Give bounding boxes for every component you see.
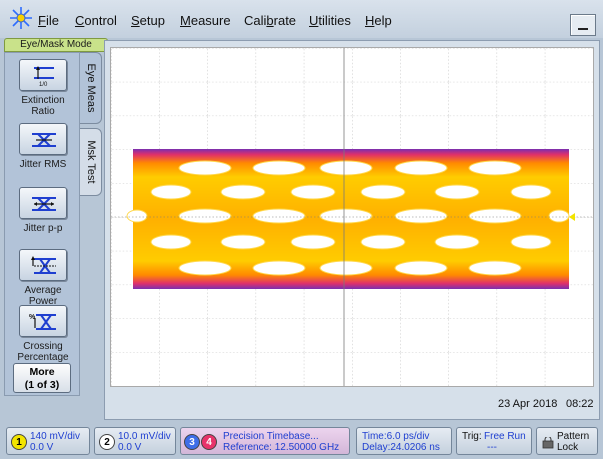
jitter-pp-icon [32, 197, 56, 211]
waveform-display[interactable] [110, 47, 594, 387]
menu-bar: File Control Setup Measure Calibrate Uti… [0, 0, 603, 38]
channel1-scale-value: 140 mV/div [30, 431, 81, 442]
menu-file[interactable]: File [38, 13, 59, 28]
minimize-button[interactable] [570, 14, 596, 36]
crossing-percentage-icon: % [29, 314, 56, 330]
timestamp-date: 23 Apr 2018 [498, 398, 558, 410]
jitter-rms-icon [32, 133, 56, 147]
channel2-badge: 2 [99, 434, 115, 450]
extinction-ratio-icon: 1/0 [34, 66, 54, 88]
crossing-percentage-button[interactable]: % [19, 305, 67, 337]
time-scale[interactable]: Time:6.0 ps/div Delay:24.0206 ns [356, 427, 452, 455]
timebase-title: Precision Timebase... [223, 431, 319, 442]
pattern-lock-button[interactable]: Pattern Lock [536, 427, 598, 455]
channel1-offset-value: 0.0 V [30, 442, 54, 453]
svg-text:1/0: 1/0 [39, 82, 48, 88]
channel1-badge: 1 [11, 434, 27, 450]
side-tab-strip: Eye Meas Msk Test [80, 52, 104, 396]
precision-timebase[interactable]: 3 4 Precision Timebase... Reference: 12.… [180, 427, 350, 455]
timestamp-time: 08:22 [566, 398, 594, 410]
tab-eye-meas[interactable]: Eye Meas [80, 52, 102, 124]
extinction-ratio-button[interactable]: 1/0 [19, 59, 67, 91]
more-button[interactable]: More (1 of 3) [13, 363, 71, 393]
jitter-pp-label: Jitter p-p [23, 223, 63, 234]
trigger-source: --- [487, 442, 497, 453]
measurement-panel: 1/0 Extinction Ratio Jitter RMS Jitter p-… [4, 52, 80, 396]
lock-label: Lock [557, 442, 579, 453]
eye-diagram-plot [111, 48, 593, 386]
average-power-icon [31, 256, 56, 274]
trigger-mode: Free Run [484, 431, 526, 442]
jitter-rms-button[interactable] [19, 123, 67, 155]
channel2-scale[interactable]: 2 10.0 mV/div 0.0 V [94, 427, 176, 455]
menu-help[interactable]: Help [365, 13, 392, 28]
channel2-offset-value: 0.0 V [118, 442, 142, 453]
menu-calibrate[interactable]: Calibrate [244, 13, 296, 28]
tab-msk-test[interactable]: Msk Test [80, 128, 102, 196]
time-delay: Delay:24.0206 ns [362, 442, 440, 453]
average-power-button[interactable] [19, 249, 67, 281]
time-per-div: Time:6.0 ps/div [362, 431, 430, 442]
extinction-ratio-label: Extinction Ratio [21, 95, 65, 117]
menu-utilities[interactable]: Utilities [309, 13, 351, 28]
jitter-rms-label: Jitter RMS [19, 159, 67, 170]
pattern-lock-icon [542, 437, 554, 449]
jitter-pp-button[interactable] [19, 187, 67, 219]
mode-tab-eye-mask[interactable]: Eye/Mask Mode [4, 38, 108, 52]
pattern-label: Pattern [557, 431, 590, 442]
menu-measure[interactable]: Measure [180, 13, 231, 28]
average-power-label: Average Power [24, 285, 62, 307]
trigger-settings[interactable]: Trig: Free Run --- [456, 427, 532, 455]
minimize-icon [578, 28, 588, 30]
channel1-scale[interactable]: 1 140 mV/div 0.0 V [6, 427, 90, 455]
menu-control[interactable]: Control [75, 13, 117, 28]
trigger-label: Trig: [462, 431, 482, 442]
crossing-percentage-label: Crossing Percentage [17, 341, 69, 363]
timebase-reference: Reference: 12.50000 GHz [223, 442, 340, 453]
svg-text:%: % [29, 314, 36, 321]
channel2-scale-value: 10.0 mV/div [118, 431, 171, 442]
menu-setup[interactable]: Setup [131, 13, 165, 28]
channel3-badge: 3 [184, 434, 200, 450]
channel4-badge: 4 [201, 434, 217, 450]
starburst-logo-icon[interactable] [8, 5, 34, 31]
status-bar: 1 140 mV/div 0.0 V 2 10.0 mV/div 0.0 V 3… [0, 422, 603, 459]
